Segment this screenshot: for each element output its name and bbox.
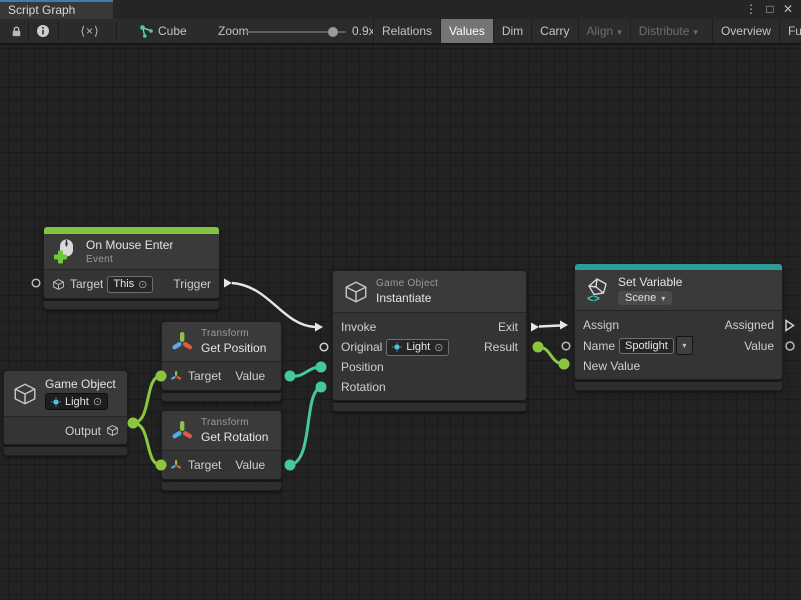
exit-port-label[interactable]: Exit [498,320,518,334]
node-get-rotation[interactable]: Transform Get Rotation Target Value [161,410,282,491]
node-footer [161,393,282,402]
node-title: On Mouse Enter [86,238,173,252]
object-picker-icon[interactable]: ⊙ [434,341,443,354]
value-port-label[interactable]: Value [744,339,774,353]
value-port-label[interactable]: Value [235,458,265,472]
zoom-value: 0.9x [352,19,375,43]
event-color-bar [44,227,219,234]
game-object-icon [12,381,38,407]
svg-text:<>: <> [587,293,600,304]
light-icon [51,397,61,407]
node-instantiate[interactable]: Game Object Instantiate Invoke Exit Orig… [332,270,527,412]
node-title: Game Object [45,377,116,391]
overview-button[interactable]: Overview [712,19,779,43]
node-category: Transform [201,328,266,339]
node-category: Transform [201,417,268,428]
toolbar-buttons: Relations Values Dim Carry Align▾ Distri… [373,19,801,43]
distribute-button[interactable]: Distribute▾ [630,19,706,43]
graph-name[interactable]: Cube [158,19,187,43]
value-port-label[interactable]: Value [235,369,265,383]
object-picker-icon[interactable]: ⊙ [138,278,147,291]
node-get-position[interactable]: Transform Get Position Target Value [161,321,282,402]
node-title: Instantiate [376,291,438,305]
node-footer [43,301,220,310]
target-port-label[interactable]: Target [188,369,221,383]
chevron-down-icon: ▾ [661,294,665,303]
node-footer [574,382,783,391]
tab-title: Script Graph [8,3,75,17]
node-subtitle: Event [86,254,173,265]
transform-port-icon [170,370,182,382]
transform-icon [170,330,194,354]
chevron-down-icon: ▾ [617,27,622,37]
target-port-label[interactable]: Target [70,277,103,291]
graph-icon [138,19,154,43]
transform-icon [170,419,194,443]
game-object-icon [52,278,65,291]
node-title: Get Rotation [201,430,268,444]
node-footer [161,482,282,491]
values-button[interactable]: Values [440,19,493,43]
info-icon-glyph [36,24,50,38]
tab-script-graph[interactable]: Script Graph [0,0,113,19]
game-object-port-icon[interactable] [106,424,119,437]
assign-port-label[interactable]: Assign [583,318,619,332]
object-picker-icon[interactable]: ⊙ [93,395,102,408]
title-bar: Script Graph ⋮ □ ✕ [0,0,801,19]
chevron-down-icon: ▾ [693,27,698,37]
chevron-down-icon: ▾ [682,341,686,350]
graph-toolbar: ⟨×⟩ Cube Zoom 0.9x Relations Values Dim … [0,19,801,44]
variable-icon: <> [584,277,611,304]
fullscreen-button[interactable]: Full Screen [779,19,801,43]
target-port-label[interactable]: Target [188,458,221,472]
close-icon[interactable]: ✕ [781,1,795,18]
node-title: Get Position [201,341,266,355]
carry-button[interactable]: Carry [531,19,577,43]
zoom-slider[interactable] [247,31,346,33]
new-value-port-label[interactable]: New Value [583,359,640,373]
node-on-mouse-enter[interactable]: On Mouse Enter Event Target This ⊙ Trigg… [43,226,220,310]
target-value-chip[interactable]: This ⊙ [107,276,153,293]
align-button[interactable]: Align▾ [578,19,630,43]
result-port-label[interactable]: Result [484,340,518,354]
zoom-slider-handle[interactable] [328,27,338,37]
lock-icon[interactable] [5,19,27,43]
node-footer [332,403,527,412]
light-object-chip[interactable]: Light ⊙ [45,393,108,410]
window-menu-icon[interactable]: ⋮ [745,1,757,18]
zoom-label: Zoom [218,19,249,43]
maximize-icon[interactable]: □ [763,1,777,18]
invoke-port-label[interactable]: Invoke [341,320,376,334]
assigned-port-label[interactable]: Assigned [725,318,774,332]
variable-name-dropdown-button[interactable]: ▾ [676,336,693,355]
rotation-port-label[interactable]: Rotation [341,380,386,394]
light-icon [392,342,402,352]
position-port-label[interactable]: Position [341,360,384,374]
info-icon[interactable] [31,19,55,43]
output-port-label[interactable]: Output [65,424,101,438]
original-port-label[interactable]: Original [341,340,382,354]
transform-port-icon [170,459,182,471]
relations-button[interactable]: Relations [373,19,440,43]
trigger-port-label[interactable]: Trigger [173,277,211,291]
original-value-chip[interactable]: Light ⊙ [386,339,449,356]
variable-scope-dropdown[interactable]: Scene ▾ [618,291,672,305]
mouse-event-icon [52,238,79,265]
code-view-icon[interactable]: ⟨×⟩ [66,19,114,43]
node-footer [3,447,128,456]
node-title: Set Variable [618,275,682,289]
dim-button[interactable]: Dim [493,19,531,43]
node-game-object-light[interactable]: Game Object Light ⊙ Output [3,370,128,456]
variable-name-field[interactable]: Spotlight [619,338,674,354]
lock-icon-glyph [10,25,23,38]
node-category: Game Object [376,278,438,289]
game-object-icon [343,279,369,305]
node-set-variable[interactable]: <> Set Variable Scene ▾ Assign Assigned … [574,263,783,391]
name-port-label[interactable]: Name [583,339,615,353]
